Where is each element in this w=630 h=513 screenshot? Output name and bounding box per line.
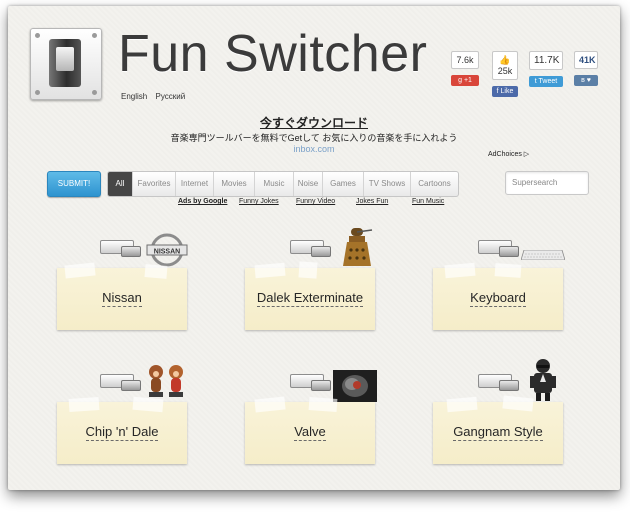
tab-tv-shows[interactable]: TV Shows xyxy=(363,172,410,196)
svg-text:NISSAN: NISSAN xyxy=(154,249,180,256)
tape-decoration xyxy=(254,396,286,413)
facebook-like-widget: 👍 25k f Like xyxy=(492,51,518,97)
promo-title-link[interactable]: 今すぐダウンロード xyxy=(8,114,620,131)
facebook-icon: f xyxy=(496,88,499,95)
card-label: Nissan xyxy=(102,290,142,307)
tab-internet[interactable]: Internet xyxy=(175,172,213,196)
facebook-like-count: 👍 25k xyxy=(492,51,518,80)
screw-icon xyxy=(35,33,40,38)
facebook-like-button[interactable]: f Like xyxy=(492,86,518,97)
ad-link-fun-music[interactable]: Fun Music xyxy=(412,198,444,205)
tape-decoration xyxy=(298,261,318,279)
tweet-button[interactable]: t Tweet xyxy=(529,76,563,87)
google-plus-icon: g xyxy=(458,77,462,84)
screw-icon xyxy=(92,90,97,95)
screw-icon xyxy=(35,90,40,95)
language-switcher: English Русский xyxy=(121,92,191,101)
promo-subtitle: 音楽専門ツールバーを無料でGetして お気に入りの音楽を手に入れよう xyxy=(170,133,458,143)
tape-decoration xyxy=(444,262,476,279)
ads-by-google-link[interactable]: Ads by Google xyxy=(178,198,227,205)
tape-decoration xyxy=(494,263,522,278)
tape-decoration xyxy=(446,396,478,413)
toggle-switch-icon[interactable] xyxy=(290,238,331,257)
tape-decoration xyxy=(68,396,100,413)
ad-link-funny-jokes[interactable]: Funny Jokes xyxy=(239,198,279,205)
tape-decoration xyxy=(132,396,164,413)
submit-button[interactable]: SUBMIT! xyxy=(47,171,101,197)
tab-movies[interactable]: Movies xyxy=(213,172,254,196)
tab-cartoons[interactable]: Cartoons xyxy=(410,172,458,196)
lang-russian-link[interactable]: Русский xyxy=(155,92,185,101)
tab-all[interactable]: All xyxy=(108,172,132,196)
vk-button[interactable]: в ♥ xyxy=(574,75,598,86)
twitter-icon: t xyxy=(534,78,537,85)
psy-icon xyxy=(530,359,556,401)
switch-card-chip-n-dale[interactable]: Chip 'n' Dale xyxy=(57,396,187,464)
switch-card-gangnam-style[interactable]: Gangnam Style xyxy=(433,395,563,464)
google-plus-button[interactable]: g +1 xyxy=(451,75,479,86)
adchoices-link[interactable]: AdChoices ▷ xyxy=(488,150,529,158)
tab-games[interactable]: Games xyxy=(322,172,363,196)
nissan-logo-icon: NISSAN xyxy=(146,233,188,267)
card-label: Chip 'n' Dale xyxy=(85,424,159,441)
tape-decoration xyxy=(144,264,168,279)
tape-decoration xyxy=(254,262,286,279)
tweet-widget: 11.7K t Tweet xyxy=(529,51,563,87)
vk-icon: в xyxy=(581,77,585,84)
tweet-count: 11.7K xyxy=(529,51,563,70)
screw-icon xyxy=(92,33,97,38)
dalek-icon xyxy=(343,228,373,266)
card-label: Gangnam Style xyxy=(453,424,543,441)
tape-decoration xyxy=(502,395,534,412)
card-label: Valve xyxy=(294,424,326,441)
switch-logo[interactable] xyxy=(30,28,102,100)
tweet-label: Tweet xyxy=(538,78,558,85)
switch-card-valve[interactable]: Valve xyxy=(245,396,375,464)
card-label: Keyboard xyxy=(470,290,526,307)
page-frame: Fun Switcher English Русский 7.6k g +1 👍… xyxy=(8,6,620,490)
tape-decoration xyxy=(308,397,338,412)
switch-card-keyboard[interactable]: Keyboard xyxy=(433,262,563,330)
toggle-switch-icon[interactable] xyxy=(100,372,141,391)
lang-english-link[interactable]: English xyxy=(121,92,147,101)
card-label: Dalek Exterminate xyxy=(256,290,364,307)
tab-favorites[interactable]: Favorites xyxy=(132,172,175,196)
heart-icon: ♥ xyxy=(586,77,591,84)
vk-widget: 41K в ♥ xyxy=(574,51,598,86)
valve-icon xyxy=(333,370,377,402)
keyboard-icon xyxy=(521,250,565,260)
supersearch-input[interactable]: Supersearch xyxy=(505,171,589,195)
tab-noise[interactable]: Noise xyxy=(293,172,322,196)
vk-count: 41K xyxy=(574,51,598,69)
switch-card-nissan[interactable]: Nissan xyxy=(57,262,187,330)
toggle-switch-icon[interactable] xyxy=(290,372,331,391)
tape-decoration xyxy=(64,262,96,279)
google-plus-count: 7.6k xyxy=(451,51,479,69)
thumbs-up-icon: 👍 xyxy=(499,55,511,65)
google-plus-widget: 7.6k g +1 xyxy=(451,51,479,86)
site-title: Fun Switcher xyxy=(118,25,428,83)
google-plus-label: +1 xyxy=(463,77,472,84)
switch-card-dalek[interactable]: Dalek Exterminate xyxy=(245,261,375,330)
switch-knob-icon xyxy=(56,47,74,71)
toggle-switch-icon[interactable] xyxy=(100,238,141,257)
toggle-switch-icon[interactable] xyxy=(478,372,519,391)
ad-link-funny-video[interactable]: Funny Video xyxy=(296,198,335,205)
like-count-value: 25k xyxy=(497,66,513,76)
ad-link-jokes-fun[interactable]: Jokes Fun xyxy=(356,198,388,205)
tab-music[interactable]: Music xyxy=(254,172,293,196)
like-label: Like xyxy=(500,88,514,95)
toggle-switch-icon[interactable] xyxy=(478,238,519,257)
category-bar: All Favorites Internet Movies Music Nois… xyxy=(107,171,459,197)
chipmunks-icon xyxy=(149,365,183,397)
